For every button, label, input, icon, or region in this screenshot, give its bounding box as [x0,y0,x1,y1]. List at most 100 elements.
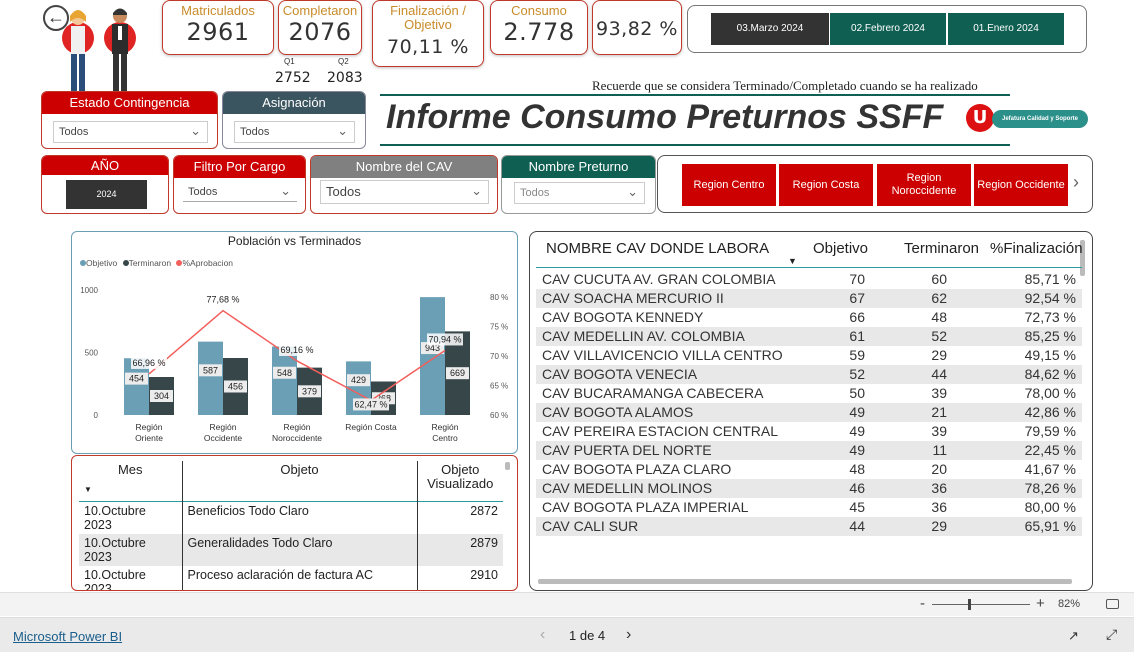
legend-aprobacion: %Aprobacion [182,258,234,268]
filter-cav-dropdown[interactable]: Todos ⌄ [320,180,489,204]
q2-label: Q2 [338,57,349,66]
chevron-right-icon[interactable]: › [1073,172,1079,193]
cell-cav-objetivo: 46 [791,479,871,498]
region-button-occidente[interactable]: Region Occidente [974,164,1068,206]
date-button-marzo[interactable]: 03.Marzo 2024 [711,13,829,45]
header-mes[interactable]: Mes ▼ [79,461,183,501]
fit-page-icon[interactable] [1106,599,1119,609]
data-label-objetivo: 454 [129,374,144,384]
kpi-finalizacion: Finalización / Objetivo 70,11 % [372,0,484,67]
prev-page-icon[interactable]: ‹ [540,626,545,644]
header-objeto[interactable]: Objeto [182,461,418,501]
date-button-febrero[interactable]: 02.Febrero 2024 [830,13,946,45]
data-label-objetivo: 429 [351,375,366,385]
cell-cav-objetivo: 59 [849,347,865,363]
data-label-aprobacion: 62,47 % [354,399,387,409]
y2-tick-label: 80 % [490,293,508,302]
data-label-terminaron: 304 [154,391,169,401]
cell-cav-nombre: CAV BOGOTA PLAZA CLARO [542,461,732,477]
header-cav-finalizacion[interactable]: %Finalización [990,240,1083,257]
filter-estado-contingencia: Estado Contingencia Todos ⌄ [41,91,218,149]
filter-estado-dropdown[interactable]: Todos ⌄ [53,121,208,143]
table-row[interactable]: 10.Octubre 2023 Generalidades Todo Claro… [79,533,503,566]
table-row[interactable]: CAV VILLAVICENCIO VILLA CENTRO 59 29 49,15 … [536,346,1082,365]
y2-tick-label: 70 % [490,352,508,361]
x-tick-label: Centro [432,433,458,443]
share-icon[interactable]: ↗ [1068,628,1079,644]
table-row[interactable]: CAV BUCARAMANGA CABECERA 50 39 78,00 % [536,384,1082,403]
table-row[interactable]: CAV MEDELLIN MOLINOS 46 36 78,26 % [536,479,1082,498]
header-visualizado[interactable]: Objeto Visualizado [417,461,503,501]
cav-table-header: NOMBRE CAV DONDE LABORA ▼ Objetivo Termi… [536,238,1083,268]
kpi-matriculados-label: Matriculados [181,3,255,18]
powerbi-link[interactable]: Microsoft Power BI [13,629,122,644]
cav-table-hscroll[interactable] [538,579,1072,584]
zoom-level: 82% [1058,598,1081,610]
kpi-extra-value: 93,82 % [596,18,678,40]
filter-asignacion-dropdown[interactable]: Todos ⌄ [234,121,355,143]
data-label-terminaron: 379 [302,386,317,396]
filter-cargo-dropdown[interactable]: Todos ⌄ [183,182,297,202]
title-rule-bottom [380,144,1010,146]
cell-cav-nombre: CAV BOGOTA KENNEDY [542,309,704,325]
cell-cav-terminaron: 44 [871,365,961,384]
region-button-costa[interactable]: Region Costa [779,164,873,206]
cell-cav-finalizacion: 78,26 % [961,479,1082,498]
x-tick-label: Occidente [204,433,243,443]
cell-cav-objetivo: 49 [791,403,871,422]
y-tick-label: 0 [94,411,99,420]
month-table-scrollbar[interactable] [505,462,510,470]
zoom-slider-thumb[interactable] [968,599,971,610]
header-cav-terminaron[interactable]: Terminaron [904,240,979,257]
zoom-out-button[interactable]: - [920,595,925,612]
filter-cargo: Filtro Por Cargo Todos ⌄ [173,155,306,214]
table-row[interactable]: CAV BOGOTA PLAZA IMPERIAL 45 36 80,00 % [536,498,1082,517]
table-row[interactable]: CAV MEDELLIN AV. COLOMBIA 61 52 85,25 % [536,327,1082,346]
fullscreen-icon[interactable]: ⤢ [1106,626,1117,643]
filter-cav: Nombre del CAV Todos ⌄ [310,155,498,214]
filter-anio-button[interactable]: 2024 [66,180,147,209]
table-row[interactable]: 10.Octubre 2023 Beneficios Todo Claro 28… [79,501,503,534]
cell-cav-terminaron: 39 [931,385,947,401]
cell-cav-terminaron: 21 [871,403,961,422]
table-row[interactable]: CAV CUCUTA AV. GRAN COLOMBIA 70 60 85,71 % [536,270,1082,289]
y-tick-label: 1000 [80,286,98,295]
filter-anio-label: AÑO [42,156,168,175]
zoom-in-button[interactable]: + [1036,595,1045,612]
filter-preturno-dropdown[interactable]: Todos ⌄ [514,182,645,204]
date-button-enero[interactable]: 01.Enero 2024 [948,13,1064,45]
cell-cav-terminaron: 29 [931,347,947,363]
table-row[interactable]: CAV BOGOTA ALAMOS 49 21 42,86 % [536,403,1082,422]
cell-cav-terminaron: 48 [931,309,947,325]
header-cav-objetivo[interactable]: Objetivo [813,240,868,257]
header-cav-nombre[interactable]: NOMBRE CAV DONDE LABORA [546,240,769,257]
month-table: Mes ▼ Objeto Objeto Visualizado 10.Octub… [79,461,503,590]
table-row[interactable]: CAV SOACHA MERCURIO II 67 62 92,54 % [536,289,1082,308]
next-page-icon[interactable]: › [626,626,631,644]
cell-cav-nombre: CAV SOACHA MERCURIO II [536,289,791,308]
month-table-panel: Mes ▼ Objeto Objeto Visualizado 10.Octub… [71,455,518,591]
region-button-noroccidente[interactable]: Region Noroccidente [877,164,971,206]
table-row[interactable]: CAV BOGOTA PLAZA CLARO 48 20 41,67 % [536,460,1082,479]
zoom-slider[interactable] [932,599,1030,610]
cell-cav-terminaron: 52 [871,327,961,346]
data-label-aprobacion: 69,16 % [280,345,313,355]
table-row[interactable]: CAV BOGOTA VENECIA 52 44 84,62 % [536,365,1082,384]
y2-tick-label: 60 % [490,411,508,420]
data-label-aprobacion: 66,96 % [132,358,165,368]
region-button-centro[interactable]: Region Centro [682,164,776,206]
cell-cav-finalizacion: 92,54 % [961,289,1082,308]
x-tick-label: Región [284,422,311,432]
table-row[interactable]: 10.Octubre 2023 Proceso aclaración de fa… [79,565,503,590]
cell-cav-finalizacion: 22,45 % [961,441,1082,460]
table-row[interactable]: CAV PUERTA DEL NORTE 49 11 22,45 % [536,441,1082,460]
page-indicator: 1 de 4 [569,628,606,643]
cell-objeto: Proceso aclaración de factura AC [182,565,418,590]
kpi-completaron: Completaron 2076 [278,0,362,55]
table-row[interactable]: CAV BOGOTA KENNEDY 66 48 72,73 % [536,308,1082,327]
table-row[interactable]: CAV CALI SUR 44 29 65,91 % [536,517,1082,536]
bar-line-chart: 0 500 1000 60 % 65 % 70 % 75 % 80 % 454 304 Región… [80,286,508,443]
cell-cav-objetivo: 52 [791,365,871,384]
sort-down-icon: ▼ [84,485,92,494]
table-row[interactable]: CAV PEREIRA ESTACION CENTRAL 49 39 79,59 % [536,422,1082,441]
